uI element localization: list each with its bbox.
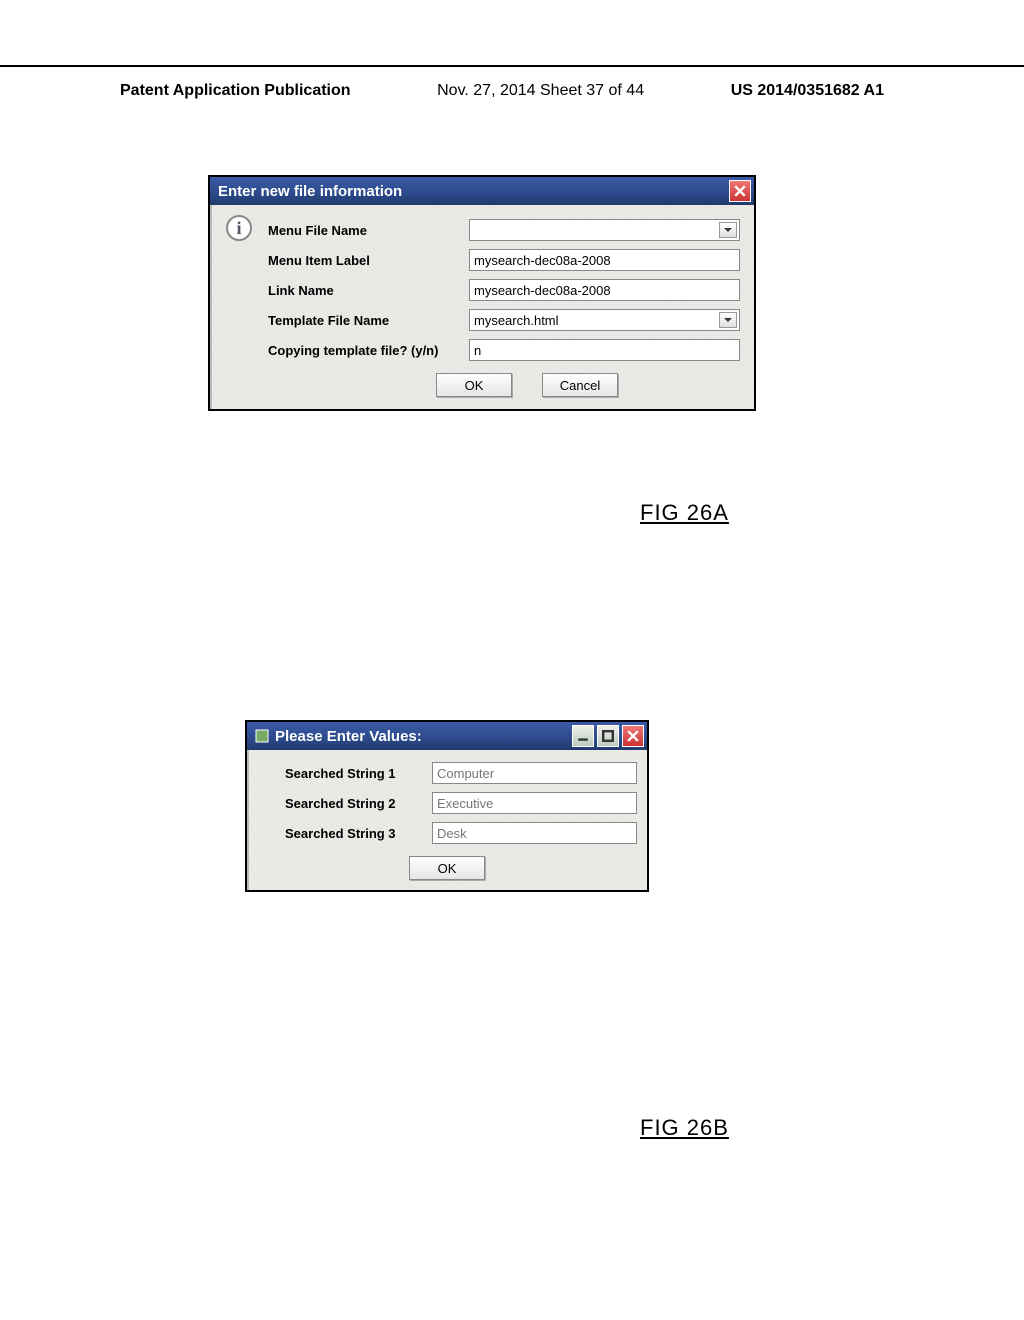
input-link-name[interactable]: mysearch-dec08a-2008: [469, 279, 740, 301]
chevron-down-icon[interactable]: [719, 222, 737, 238]
row-menu-file-name: Menu File Name: [224, 215, 740, 245]
figure-label-26b: FIG 26B: [640, 1115, 729, 1141]
app-icon: [255, 729, 269, 743]
row-search-3: Searched String 3 Desk: [257, 818, 637, 848]
close-icon[interactable]: [622, 725, 644, 747]
minimize-icon[interactable]: [572, 725, 594, 747]
dialog-enter-values: Please Enter Values: Searched String 1 C…: [245, 720, 649, 892]
page-header: Patent Application Publication Nov. 27, …: [120, 82, 884, 100]
ok-button[interactable]: OK: [436, 373, 512, 397]
label-copy-template: Copying template file? (y/n): [224, 343, 469, 358]
chevron-down-icon[interactable]: [719, 312, 737, 328]
row-link-name: Link Name mysearch-dec08a-2008: [224, 275, 740, 305]
close-icon[interactable]: [729, 180, 751, 202]
dialog1-titlebar: Enter new file information: [210, 177, 754, 205]
header-docnum: US 2014/0351682 A1: [731, 82, 884, 100]
input-template-file-name[interactable]: mysearch.html: [469, 309, 740, 331]
value-template-file-name: mysearch.html: [474, 313, 559, 328]
label-template-file-name: Template File Name: [224, 313, 469, 328]
header-rule: [0, 65, 1024, 67]
input-menu-item-label[interactable]: mysearch-dec08a-2008: [469, 249, 740, 271]
info-icon: i: [226, 215, 252, 241]
input-menu-file-name[interactable]: [469, 219, 740, 241]
input-search-3[interactable]: Desk: [432, 822, 637, 844]
value-menu-item-label: mysearch-dec08a-2008: [474, 253, 611, 268]
dialog2-button-row: OK: [257, 856, 637, 880]
dialog1-body: Menu File Name Menu Item Label mysearch-…: [210, 205, 754, 409]
input-search-2[interactable]: Executive: [432, 792, 637, 814]
dialog1-title: Enter new file information: [218, 183, 402, 200]
value-copy-template: n: [474, 343, 481, 358]
row-template-file-name: Template File Name mysearch.html: [224, 305, 740, 335]
dialog1-window-controls: [729, 180, 751, 202]
value-search-1: Computer: [437, 766, 494, 781]
value-link-name: mysearch-dec08a-2008: [474, 283, 611, 298]
label-link-name: Link Name: [224, 283, 469, 298]
maximize-icon[interactable]: [597, 725, 619, 747]
dialog2-title: Please Enter Values:: [275, 728, 422, 745]
label-search-3: Searched String 3: [257, 826, 432, 841]
header-publication: Patent Application Publication: [120, 82, 351, 100]
cancel-button[interactable]: Cancel: [542, 373, 618, 397]
row-menu-item-label: Menu Item Label mysearch-dec08a-2008: [224, 245, 740, 275]
row-copy-template: Copying template file? (y/n) n: [224, 335, 740, 365]
label-menu-file-name: Menu File Name: [224, 223, 469, 238]
value-search-3: Desk: [437, 826, 467, 841]
dialog2-body: Searched String 1 Computer Searched Stri…: [247, 750, 647, 890]
input-copy-template[interactable]: n: [469, 339, 740, 361]
label-menu-item-label: Menu Item Label: [224, 253, 469, 268]
input-search-1[interactable]: Computer: [432, 762, 637, 784]
dialog-enter-file-info: Enter new file information i Menu File N…: [208, 175, 756, 411]
figure-label-26a: FIG 26A: [640, 500, 729, 526]
row-search-1: Searched String 1 Computer: [257, 758, 637, 788]
dialog2-window-controls: [572, 725, 644, 747]
label-search-2: Searched String 2: [257, 796, 432, 811]
row-search-2: Searched String 2 Executive: [257, 788, 637, 818]
dialog2-titlebar: Please Enter Values:: [247, 722, 647, 750]
ok-button[interactable]: OK: [409, 856, 485, 880]
value-search-2: Executive: [437, 796, 493, 811]
header-sheet: Nov. 27, 2014 Sheet 37 of 44: [437, 82, 644, 100]
label-search-1: Searched String 1: [257, 766, 432, 781]
dialog1-button-row: OK Cancel: [224, 373, 740, 397]
